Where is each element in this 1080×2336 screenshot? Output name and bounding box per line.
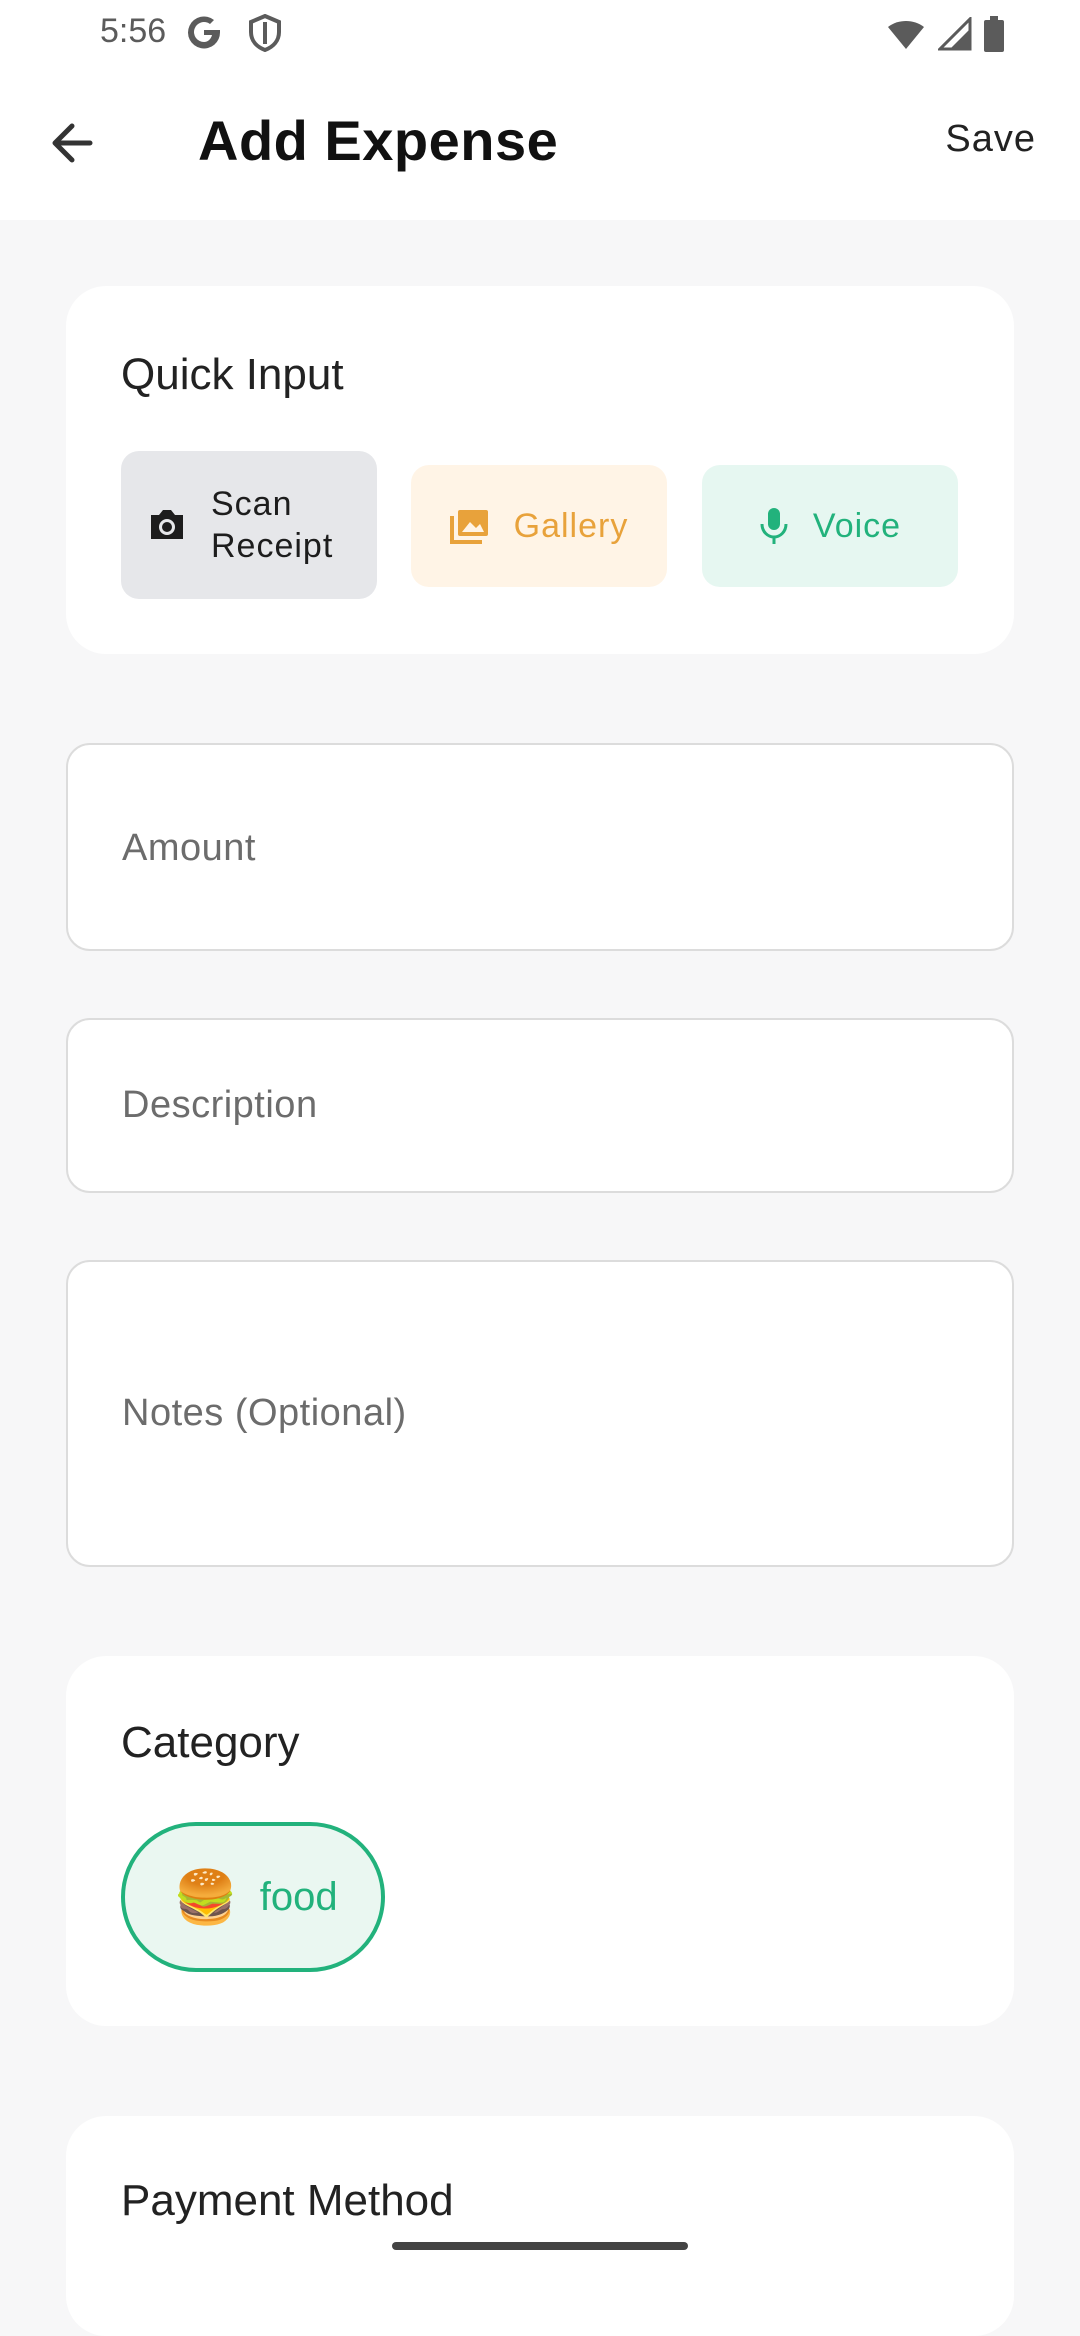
amount-placeholder: Amount bbox=[122, 827, 256, 869]
save-button[interactable]: Save bbox=[945, 118, 1036, 161]
gesture-bar bbox=[392, 2242, 688, 2250]
payment-method-title: Payment Method bbox=[121, 2176, 454, 2225]
camera-icon bbox=[147, 507, 187, 543]
mic-icon bbox=[759, 506, 789, 546]
image-icon bbox=[449, 508, 490, 544]
description-placeholder: Description bbox=[122, 1084, 318, 1126]
quick-input-title: Quick Input bbox=[121, 350, 344, 399]
notes-field[interactable]: Notes (Optional) bbox=[66, 1260, 1014, 1567]
notes-placeholder: Notes (Optional) bbox=[122, 1392, 407, 1434]
category-chip-food[interactable]: 🍔 food bbox=[121, 1822, 385, 1972]
voice-button[interactable]: Voice bbox=[702, 465, 958, 587]
description-field[interactable]: Description bbox=[66, 1018, 1014, 1193]
amount-field[interactable]: Amount bbox=[66, 743, 1014, 951]
google-icon bbox=[188, 16, 221, 49]
status-bar: 5:56 bbox=[0, 0, 1080, 66]
category-chip-label: food bbox=[259, 1874, 338, 1919]
scan-receipt-button[interactable]: Scan Receipt bbox=[121, 451, 377, 599]
app-bar: Add Expense Save bbox=[0, 66, 1080, 220]
gallery-button[interactable]: Gallery bbox=[411, 465, 667, 587]
burger-icon: 🍔 bbox=[173, 1868, 238, 1927]
gallery-label: Gallery bbox=[513, 506, 629, 545]
quick-input-card: Quick Input Scan Receipt Gallery Voice bbox=[66, 286, 1014, 654]
category-card: Category 🍔 food bbox=[66, 1656, 1014, 2026]
shield-icon bbox=[249, 14, 281, 52]
wifi-icon bbox=[888, 21, 924, 49]
page-title: Add Expense bbox=[198, 109, 559, 172]
status-time: 5:56 bbox=[100, 12, 167, 50]
signal-icon bbox=[938, 17, 972, 51]
arrow-back-icon[interactable] bbox=[44, 116, 108, 170]
payment-method-card: Payment Method bbox=[66, 2116, 1014, 2336]
voice-label: Voice bbox=[812, 506, 902, 545]
category-title: Category bbox=[121, 1718, 300, 1767]
status-icons bbox=[886, 16, 1004, 52]
scan-receipt-label: Scan Receipt bbox=[211, 485, 334, 565]
battery-icon bbox=[984, 16, 1004, 52]
